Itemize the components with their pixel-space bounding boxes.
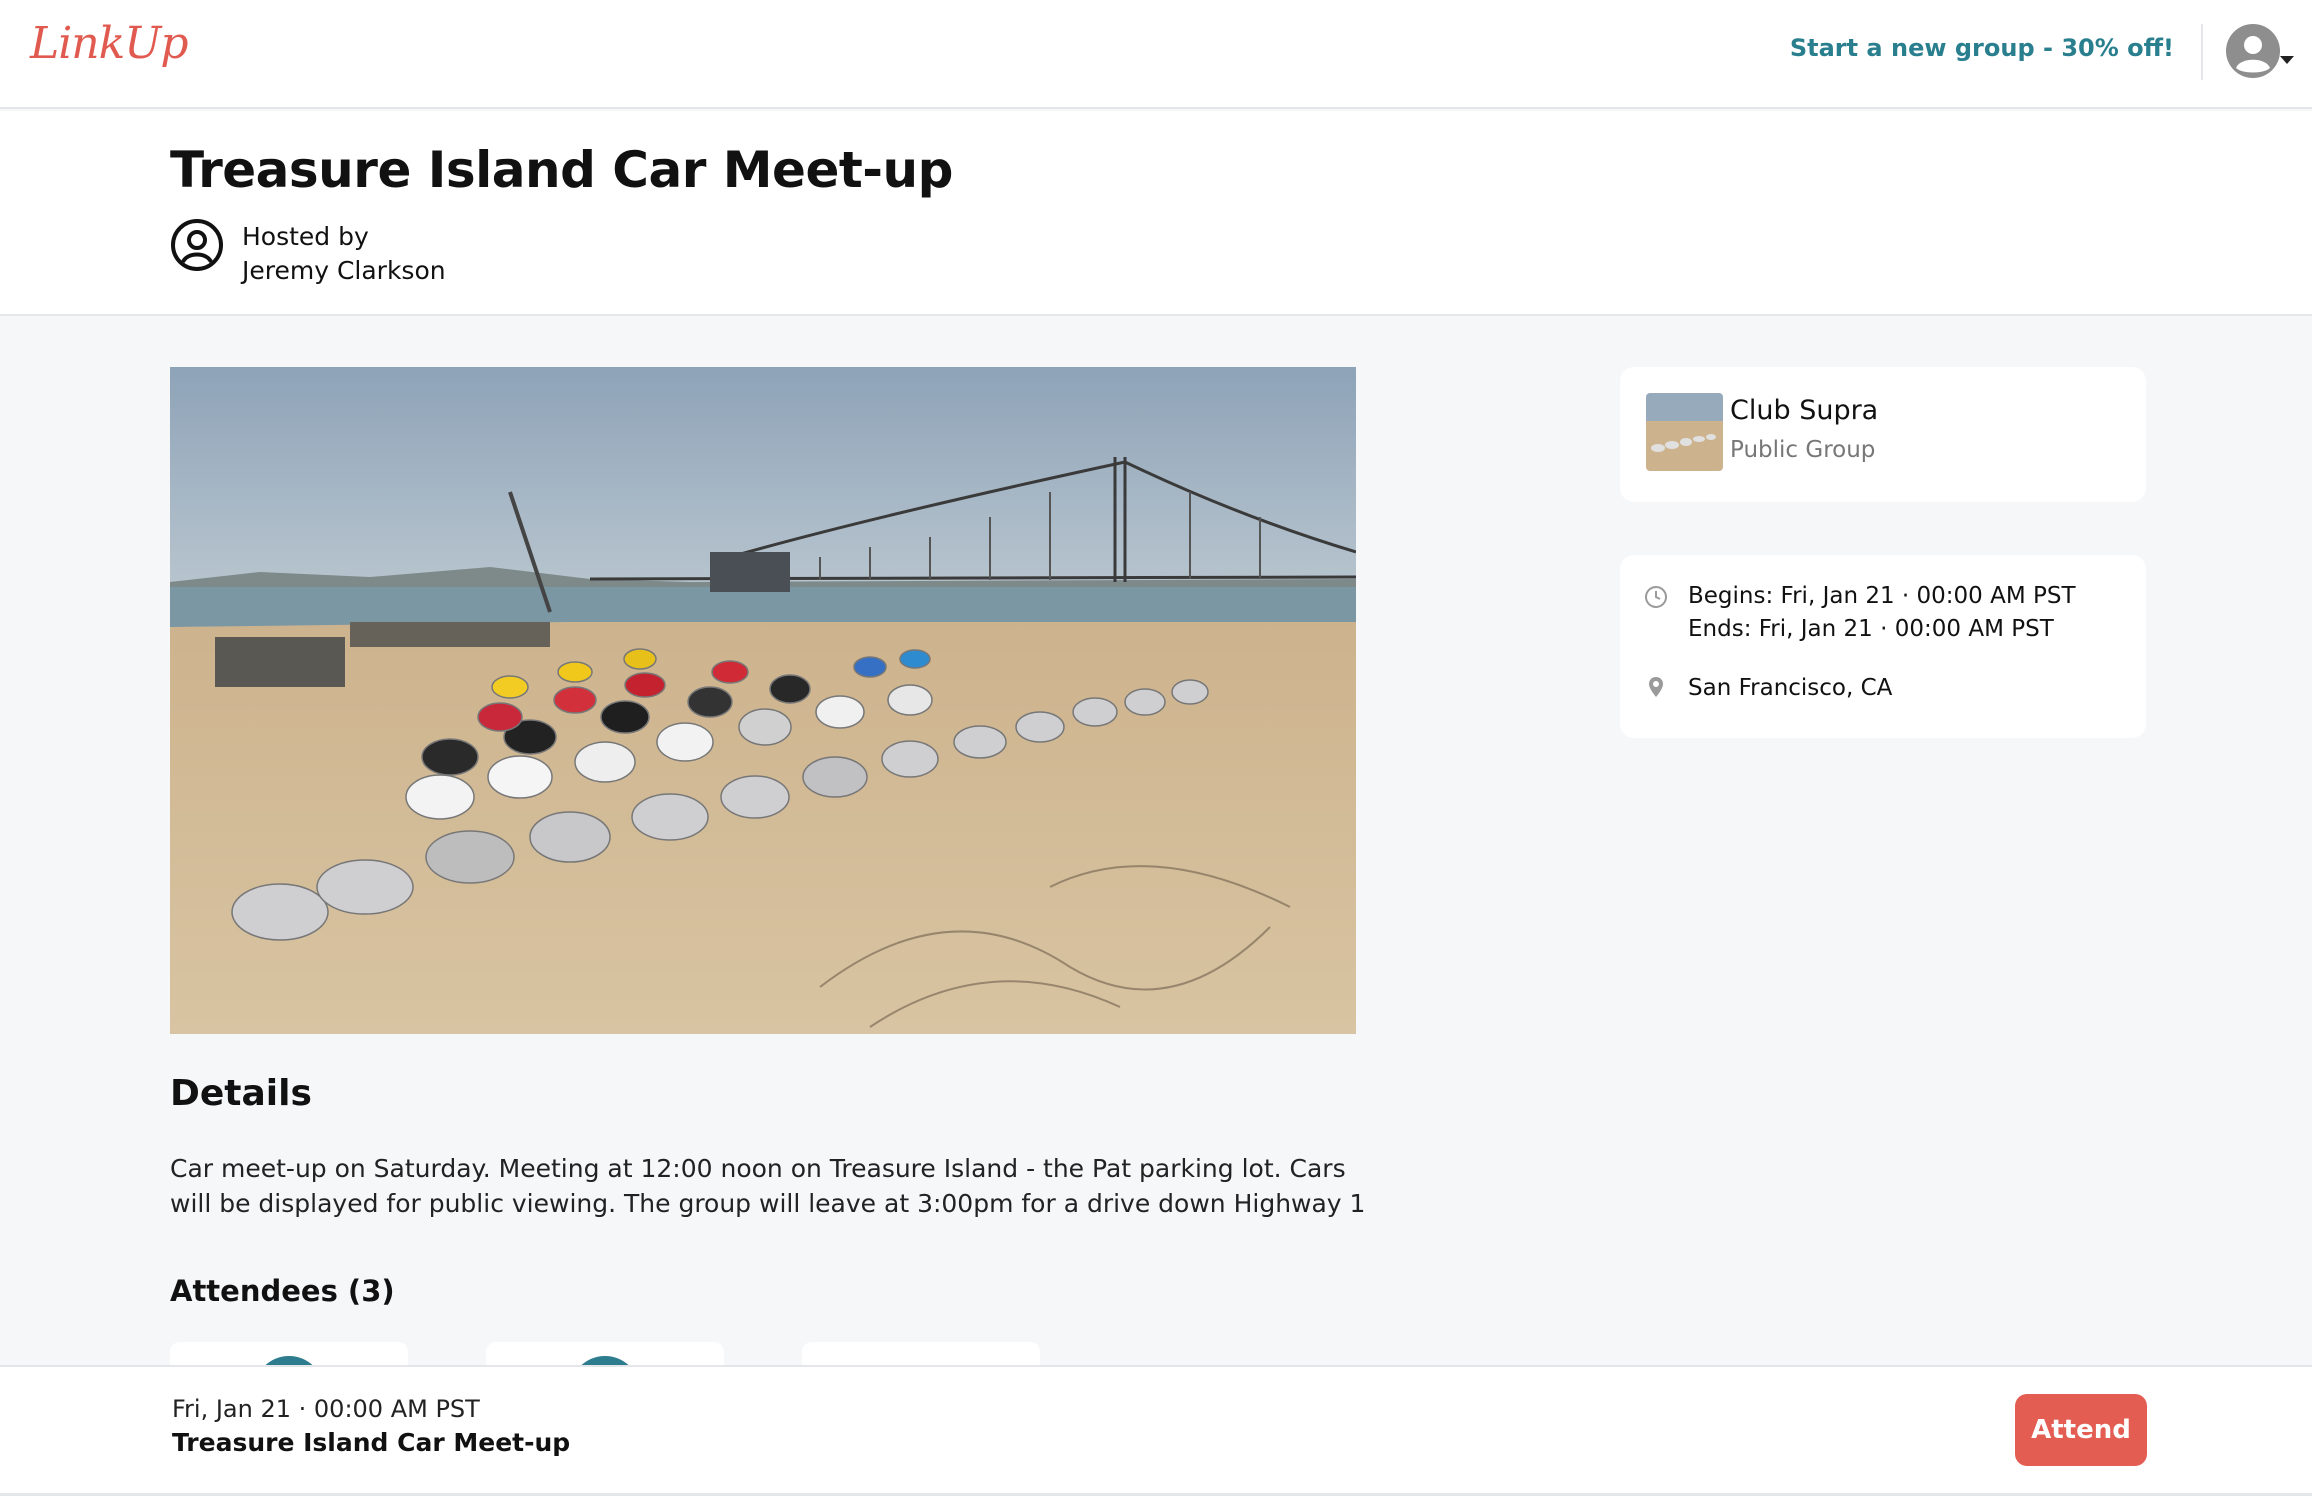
hosted-by-label: Hosted by [242,222,369,251]
attend-button[interactable]: Attend [2015,1394,2147,1466]
sticky-footer: Fri, Jan 21 · 00:00 AM PST Treasure Isla… [0,1365,2312,1496]
event-header: Treasure Island Car Meet-up Hosted by Je… [0,111,2312,316]
user-avatar-icon [2226,24,2280,78]
footer-date: Fri, Jan 21 · 00:00 AM PST [172,1395,480,1423]
event-photo-illustration [170,367,1356,1034]
group-card[interactable]: Club Supra Public Group [1620,367,2146,502]
begins-time: Begins: Fri, Jan 21 · 00:00 AM PST [1688,583,2076,609]
linkup-logo[interactable]: LinkUp [30,18,189,69]
event-location: San Francisco, CA [1688,675,1893,701]
clock-icon [1645,586,1667,608]
user-menu-button[interactable] [2226,24,2294,80]
group-name[interactable]: Club Supra [1730,395,1878,426]
event-title: Treasure Island Car Meet-up [170,141,953,199]
start-new-group-link[interactable]: Start a new group - 30% off! [1790,34,2174,62]
attendees-heading: Attendees (3) [170,1274,395,1308]
group-type: Public Group [1730,437,1876,463]
top-navbar: LinkUp Start a new group - 30% off! [0,0,2312,109]
event-photo [170,367,1356,1034]
details-text: Car meet-up on Saturday. Meeting at 12:0… [170,1154,1366,1218]
caret-down-icon [2280,56,2294,64]
details-heading: Details [170,1073,312,1114]
event-info-card: Begins: Fri, Jan 21 · 00:00 AM PST Ends:… [1620,555,2146,738]
host-name: Jeremy Clarkson [242,256,446,285]
ends-time: Ends: Fri, Jan 21 · 00:00 AM PST [1688,616,2054,642]
nav-divider [2201,24,2203,80]
map-pin-icon [1649,677,1663,697]
user-circle-icon [171,219,223,271]
group-thumbnail [1646,393,1723,471]
footer-event-title: Treasure Island Car Meet-up [172,1428,571,1457]
